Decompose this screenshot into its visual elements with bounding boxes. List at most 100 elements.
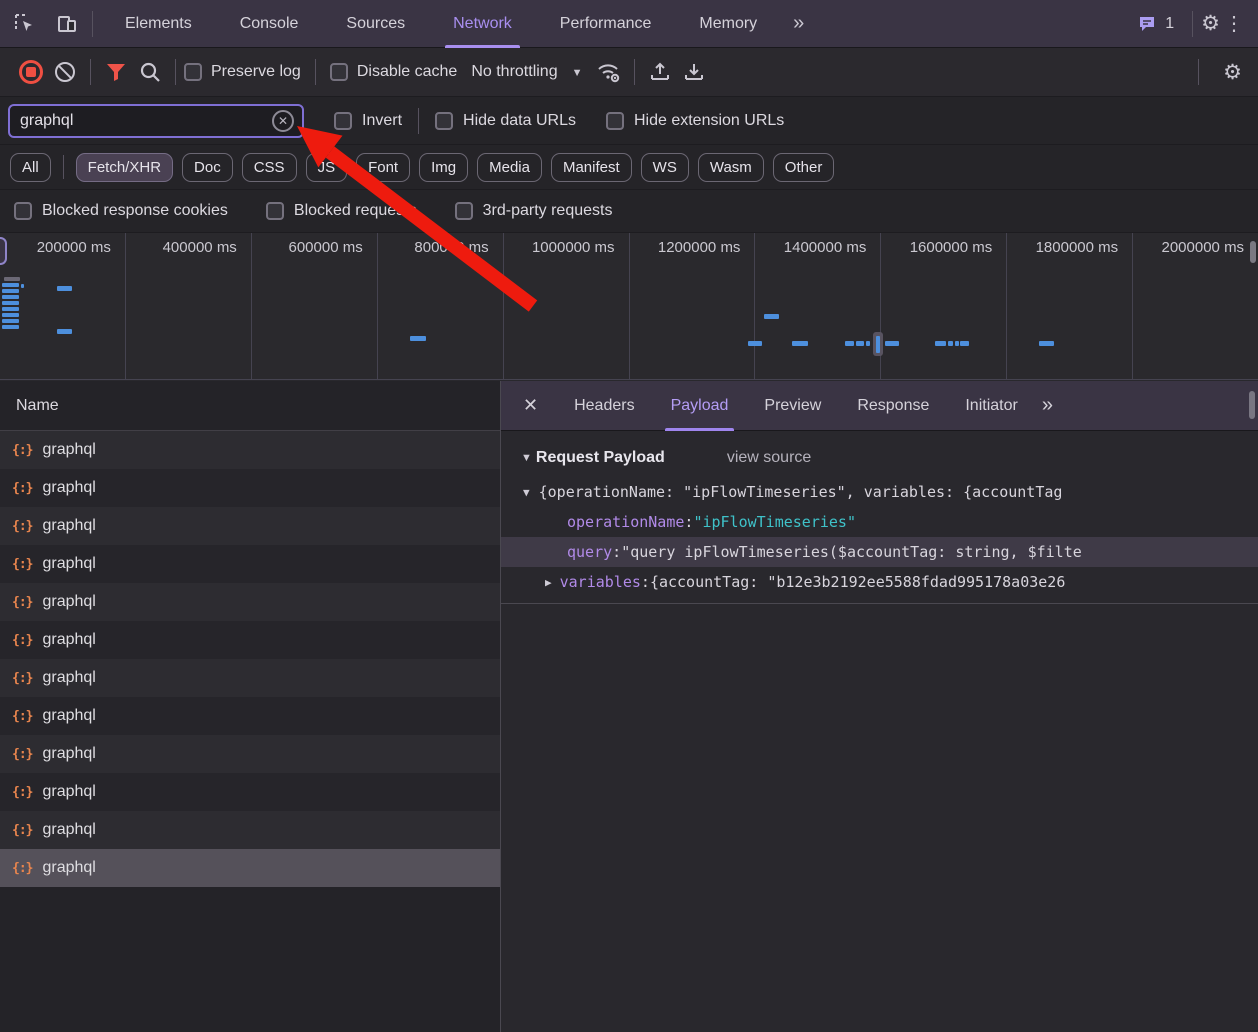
search-icon[interactable]: [133, 55, 167, 89]
throttling-dropdown[interactable]: No throttling ▼: [457, 63, 592, 81]
expand-icon[interactable]: ▶: [545, 576, 552, 589]
chip-img[interactable]: Img: [419, 153, 468, 182]
request-row[interactable]: {:}graphql: [0, 545, 500, 583]
payload-operation-name-row[interactable]: operationName: "ipFlowTimeseries": [501, 507, 1258, 537]
chip-other[interactable]: Other: [773, 153, 835, 182]
tab-console[interactable]: Console: [236, 0, 303, 48]
preserve-log-checkbox[interactable]: [184, 63, 202, 81]
invert-toggle[interactable]: Invert: [334, 112, 402, 130]
blocked-requests-toggle[interactable]: Blocked requests: [266, 202, 417, 220]
payload-section: ▼ Request Payload view source ▼ {operati…: [501, 431, 1258, 604]
clear-filter-icon[interactable]: ✕: [272, 110, 294, 132]
tab-network[interactable]: Network: [449, 0, 516, 48]
devtools-tabbar: Elements Console Sources Network Perform…: [0, 0, 1258, 48]
record-network-log-button[interactable]: [14, 55, 48, 89]
separator: :: [641, 573, 650, 591]
filter-input[interactable]: [20, 112, 272, 130]
third-party-requests-checkbox[interactable]: [455, 202, 473, 220]
blocked-response-cookies-toggle[interactable]: Blocked response cookies: [14, 202, 228, 220]
tab-memory[interactable]: Memory: [695, 0, 761, 48]
request-row[interactable]: {:}graphql: [0, 431, 500, 469]
tab-sources[interactable]: Sources: [342, 0, 409, 48]
payload-query-row-selected[interactable]: query: "query ipFlowTimeseries($accountT…: [501, 537, 1258, 567]
request-detail-panel: ✕ Headers Payload Preview Response Initi…: [501, 381, 1258, 1032]
invert-checkbox[interactable]: [334, 112, 352, 130]
issues-button[interactable]: 1: [1138, 14, 1174, 34]
request-row-selected[interactable]: {:}graphql: [0, 849, 500, 887]
more-detail-tabs-icon[interactable]: »: [1042, 394, 1053, 417]
clear-network-log-icon[interactable]: [48, 55, 82, 89]
view-source-link[interactable]: view source: [727, 449, 811, 467]
detail-tabs-scrollbar[interactable]: [1249, 391, 1255, 419]
request-row[interactable]: {:}graphql: [0, 735, 500, 773]
chip-css[interactable]: CSS: [242, 153, 297, 182]
tab-payload[interactable]: Payload: [671, 381, 729, 431]
hide-data-urls-toggle[interactable]: Hide data URLs: [435, 112, 576, 130]
tab-elements[interactable]: Elements: [121, 0, 196, 48]
tab-response[interactable]: Response: [857, 381, 929, 431]
collapse-icon[interactable]: ▼: [521, 452, 532, 464]
hide-extension-urls-toggle[interactable]: Hide extension URLs: [606, 112, 784, 130]
payload-key: operationName: [567, 513, 684, 531]
disable-cache-toggle[interactable]: Disable cache: [330, 63, 458, 81]
chip-manifest[interactable]: Manifest: [551, 153, 632, 182]
inspect-element-icon[interactable]: [8, 7, 42, 41]
chip-all[interactable]: All: [10, 153, 51, 182]
chip-media[interactable]: Media: [477, 153, 542, 182]
chip-wasm[interactable]: Wasm: [698, 153, 764, 182]
chip-fetch-xhr[interactable]: Fetch/XHR: [76, 153, 173, 182]
third-party-requests-toggle[interactable]: 3rd-party requests: [455, 202, 613, 220]
chip-doc[interactable]: Doc: [182, 153, 233, 182]
request-row[interactable]: {:}graphql: [0, 811, 500, 849]
network-conditions-icon[interactable]: [592, 55, 626, 89]
collapse-icon[interactable]: ▼: [523, 486, 530, 499]
request-row[interactable]: {:}graphql: [0, 583, 500, 621]
chip-font[interactable]: Font: [356, 153, 410, 182]
xhr-json-icon: {:}: [12, 823, 32, 838]
payload-key: variables: [560, 573, 641, 591]
export-har-icon[interactable]: [677, 55, 711, 89]
request-row[interactable]: {:}graphql: [0, 507, 500, 545]
chip-js[interactable]: JS: [306, 153, 348, 182]
request-name: graphql: [42, 707, 95, 725]
xhr-json-icon: {:}: [12, 633, 32, 648]
resource-type-chips: All Fetch/XHR Doc CSS JS Font Img Media …: [0, 145, 1258, 190]
overview-handle[interactable]: [0, 237, 7, 265]
tab-headers[interactable]: Headers: [574, 381, 634, 431]
request-row[interactable]: {:}graphql: [0, 697, 500, 735]
hide-extension-urls-checkbox[interactable]: [606, 112, 624, 130]
filter-input-box[interactable]: ✕: [8, 104, 304, 138]
xhr-json-icon: {:}: [12, 443, 32, 458]
request-payload-title: Request Payload: [536, 449, 665, 467]
close-icon[interactable]: ✕: [523, 395, 538, 416]
blocked-response-cookies-checkbox[interactable]: [14, 202, 32, 220]
name-column-header[interactable]: Name: [0, 381, 500, 431]
device-toolbar-icon[interactable]: [50, 7, 84, 41]
divider: [1192, 11, 1193, 37]
hide-data-urls-checkbox[interactable]: [435, 112, 453, 130]
timeline-scrollbar[interactable]: [1250, 241, 1256, 263]
payload-variables-row[interactable]: ▶ variables: {accountTag: "b12e3b2192ee5…: [501, 567, 1258, 597]
more-options-icon[interactable]: ⋮: [1224, 11, 1244, 36]
tab-preview[interactable]: Preview: [764, 381, 821, 431]
chip-ws[interactable]: WS: [641, 153, 689, 182]
payload-root-object[interactable]: ▼ {operationName: "ipFlowTimeseries", va…: [501, 477, 1258, 507]
xhr-json-icon: {:}: [12, 595, 32, 610]
preserve-log-toggle[interactable]: Preserve log: [184, 63, 301, 81]
network-overview-timeline[interactable]: 200000 ms 400000 ms 600000 ms 800000 ms …: [0, 233, 1258, 380]
blocked-requests-checkbox[interactable]: [266, 202, 284, 220]
request-row[interactable]: {:}graphql: [0, 659, 500, 697]
more-tabs-icon[interactable]: »: [793, 12, 804, 35]
tab-initiator[interactable]: Initiator: [965, 381, 1017, 431]
settings-gear-icon[interactable]: ⚙: [1201, 11, 1220, 36]
xhr-json-icon: {:}: [12, 747, 32, 762]
network-settings-gear-icon[interactable]: ⚙: [1223, 60, 1242, 85]
tab-performance[interactable]: Performance: [556, 0, 656, 48]
request-row[interactable]: {:}graphql: [0, 469, 500, 507]
request-row[interactable]: {:}graphql: [0, 621, 500, 659]
import-har-icon[interactable]: [643, 55, 677, 89]
filter-funnel-icon[interactable]: [99, 55, 133, 89]
payload-value: "query ipFlowTimeseries($accountTag: str…: [621, 543, 1082, 561]
disable-cache-checkbox[interactable]: [330, 63, 348, 81]
request-row[interactable]: {:}graphql: [0, 773, 500, 811]
